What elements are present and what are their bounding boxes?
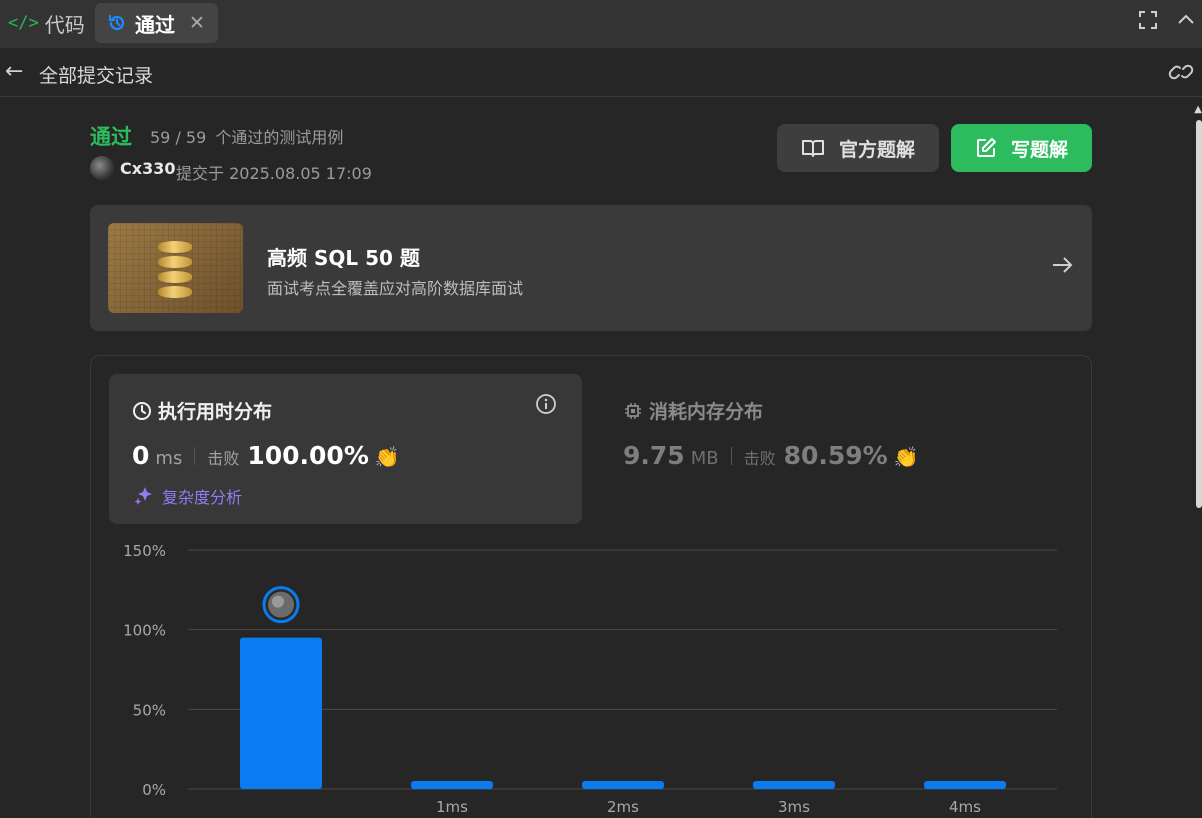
sparkle-icon [134,487,152,505]
y-tick-label: 50% [133,701,166,719]
tab-accepted[interactable]: 通过 ✕ [95,3,218,43]
y-tick-label: 150% [123,542,166,560]
runtime-title-label: 执行用时分布 [158,401,273,423]
divider [730,446,732,465]
memory-unit: MB [690,448,719,469]
chip-icon [625,402,641,419]
study-plan-title: 高频 SQL 50 题 [267,246,420,270]
avatar[interactable] [90,156,114,180]
database-thumbnail [108,223,243,313]
avatar-highlight [272,595,284,608]
tab-code-label: 代码 [44,12,85,37]
study-plan-description: 面试考点全覆盖应对高阶数据库面试 [267,279,524,298]
y-tick-label: 100% [123,622,166,640]
history-icon [108,14,125,31]
arrow-right-icon[interactable] [1050,253,1074,281]
clap-icon: 👏 [893,445,919,469]
memory-title[interactable]: 消耗内存分布 [623,397,763,424]
divider [194,446,196,465]
chevron-up-icon[interactable] [1176,10,1196,35]
cases-label: 个通过的测试用例 [215,128,344,147]
username[interactable]: Cx330 [120,159,175,178]
info-icon[interactable] [535,393,557,419]
memory-value: 9.75 [623,441,685,470]
runtime-value: 0 [132,441,150,470]
x-tick-label: 2ms [607,798,639,816]
edit-icon [976,138,996,157]
chart-bar [753,781,835,789]
passed-count: 59 / 59 [150,128,207,147]
runtime-metric: 0 ms 击败 100.00% 👏 [132,441,400,470]
memory-metric: 9.75 MB 击败 80.59% 👏 [623,441,919,470]
runtime-distribution-chart: 0% 50% 100% 150% 1ms 2ms 3ms 4ms [123,542,1057,816]
tab-code[interactable]: </> 代码 [8,3,85,43]
complexity-label: 复杂度分析 [162,488,243,507]
close-icon[interactable]: ✕ [189,12,205,34]
status-label: 通过 [90,125,132,149]
chart-bar [582,781,664,789]
chart-bar [411,781,493,789]
write-solution-button[interactable]: 写题解 [951,124,1092,172]
scrollbar[interactable] [1196,120,1202,508]
official-solution-button[interactable]: 官方题解 [777,124,939,172]
runtime-beat-label: 击败 [207,449,240,468]
book-icon [801,140,824,157]
y-tick-label: 0% [142,781,166,799]
chart-bar [240,637,322,789]
memory-beat-pct: 80.59% [783,441,888,470]
chart-bar [924,781,1006,789]
fullscreen-icon[interactable] [1138,10,1158,35]
tab-bar: </> 代码 通过 ✕ [0,0,1202,48]
complexity-analysis-link[interactable]: 复杂度分析 [134,484,242,508]
submit-time: 提交于 2025.08.05 17:09 [176,164,372,183]
x-tick-label: 1ms [436,798,468,816]
test-cases-summary: 59 / 59 个通过的测试用例 [150,124,343,148]
database-icon [158,241,192,301]
submission-header: ← 全部提交记录 [0,48,1202,97]
official-solution-label: 官方题解 [838,138,915,161]
all-submissions-link[interactable]: 全部提交记录 [39,61,153,88]
study-plan-card[interactable]: 高频 SQL 50 题 面试考点全覆盖应对高阶数据库面试 [90,205,1092,331]
runtime-beat-pct: 100.00% [247,441,369,470]
scroll-up-icon[interactable]: ▲ [1194,104,1202,115]
tab-accepted-label: 通过 [135,12,175,37]
code-icon: </> [8,13,39,33]
runtime-title[interactable]: 执行用时分布 [132,397,272,424]
clap-icon: 👏 [374,445,400,469]
back-arrow-icon[interactable]: ← [5,59,23,84]
runtime-unit: ms [155,448,183,469]
memory-beat-label: 击败 [743,449,776,468]
x-tick-label: 3ms [778,798,810,816]
x-tick-label: 4ms [949,798,981,816]
link-icon[interactable] [1168,61,1194,87]
clock-icon [133,401,151,420]
memory-title-label: 消耗内存分布 [649,401,764,423]
write-solution-label: 写题解 [1010,138,1068,161]
